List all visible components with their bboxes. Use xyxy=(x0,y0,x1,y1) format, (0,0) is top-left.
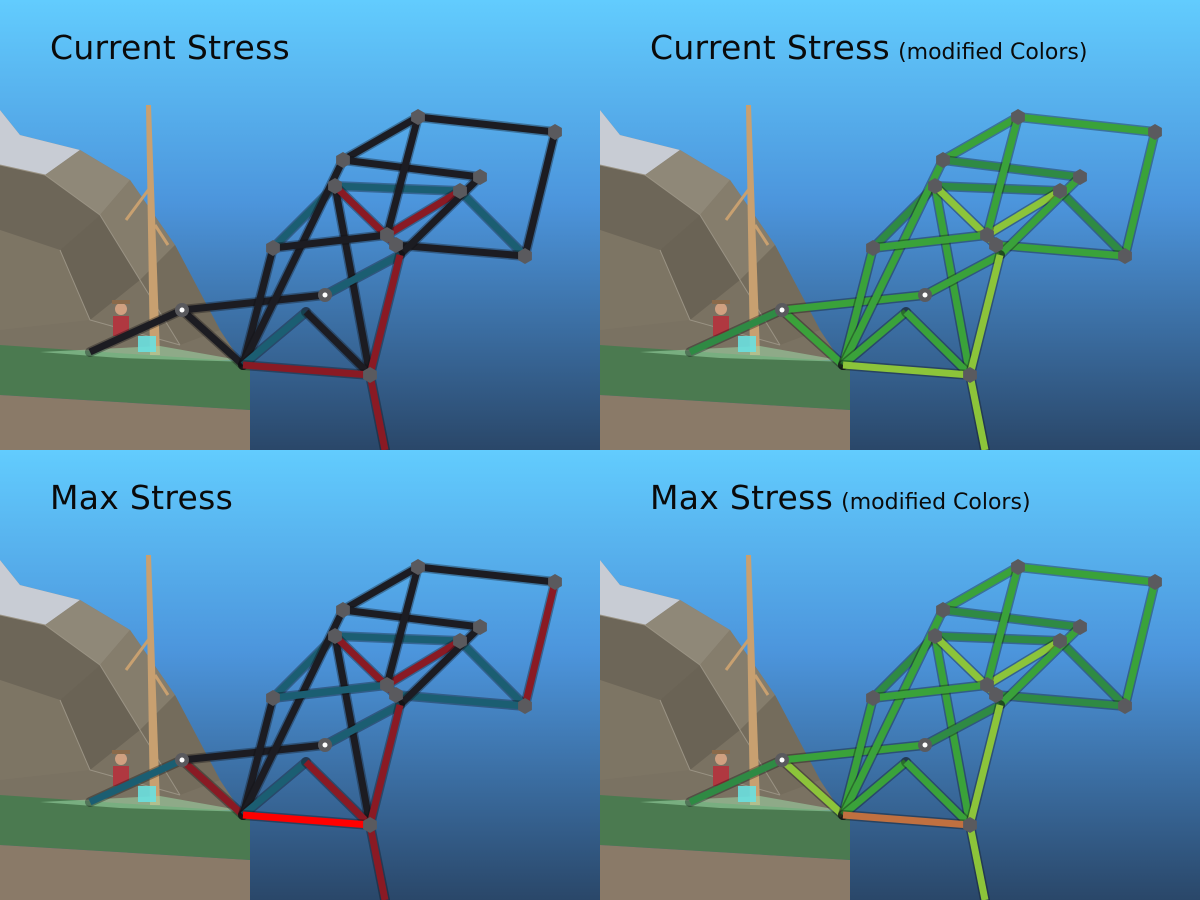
anchor-joint-dot xyxy=(322,742,328,748)
panel-current-stress-modified: Current Stress (modified Colors) xyxy=(600,0,1200,450)
bridge-scene xyxy=(0,0,600,450)
title-main: Current Stress xyxy=(50,28,291,67)
title-main: Max Stress xyxy=(50,478,234,517)
anchor-joint-dot xyxy=(322,292,328,298)
anchor-joint-dot xyxy=(179,757,185,763)
panel-title: Current Stress (modified Colors) xyxy=(650,28,1087,67)
anchor-joint-dot xyxy=(922,292,928,298)
panel-max-stress-modified: Max Stress (modified Colors) xyxy=(600,450,1200,900)
title-main: Max Stress xyxy=(650,478,834,517)
bridge-scene xyxy=(0,450,600,900)
bridge-scene xyxy=(600,450,1200,900)
panel-title: Max Stress xyxy=(50,478,241,517)
anchor-joint-dot xyxy=(779,307,785,313)
panel-title: Current Stress xyxy=(50,28,298,67)
title-sub: (modified Colors) xyxy=(898,40,1088,65)
title-sub: (modified Colors) xyxy=(841,490,1031,515)
title-main: Current Stress xyxy=(650,28,891,67)
bridge-scene xyxy=(600,0,1200,450)
stress-comparison-grid: Current Stress Current Stress (modified C… xyxy=(0,0,1200,900)
panel-title: Max Stress (modified Colors) xyxy=(650,478,1031,517)
anchor-joint-dot xyxy=(179,307,185,313)
panel-max-stress: Max Stress xyxy=(0,450,600,900)
anchor-joint-dot xyxy=(779,757,785,763)
anchor-joint-dot xyxy=(922,742,928,748)
panel-current-stress: Current Stress xyxy=(0,0,600,450)
